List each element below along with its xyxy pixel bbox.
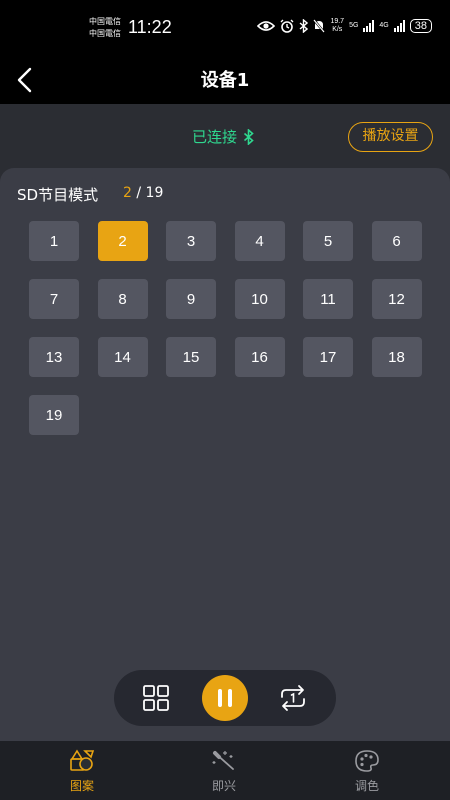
- program-button[interactable]: 4: [234, 221, 285, 261]
- status-icons: 19.7 K/s 5G 4G 38: [257, 18, 432, 34]
- current-program: 2: [123, 185, 132, 201]
- program-grid: 1 2 3 4 5 6 7 8 9 10 11 12 13 14 15 16 17 18 19: [29, 221, 422, 435]
- pause-icon: [218, 689, 232, 707]
- palette-icon: [355, 750, 379, 772]
- header: 设备1: [0, 56, 450, 104]
- program-panel: SD节目模式 2 / 19 1 2 3 4 5 6 7 8 9 10 11 12 13 14 15 16 17 1…: [0, 168, 450, 741]
- connection-status: 已连接: [192, 126, 254, 147]
- play-settings-button[interactable]: 播放设置: [348, 122, 433, 152]
- status-bar: 中国電信 中国電信 11:22 19.7 K/s 5G 4G 38: [0, 0, 450, 56]
- program-button[interactable]: 15: [166, 337, 216, 377]
- program-button[interactable]: 9: [166, 279, 216, 319]
- connection-row: 已连接 播放设置: [0, 104, 450, 168]
- bluetooth-icon: [243, 128, 254, 145]
- program-button[interactable]: 13: [29, 337, 79, 377]
- mute-icon: [313, 19, 326, 33]
- nav-label-color: 调色: [354, 779, 379, 793]
- program-button[interactable]: 7: [29, 279, 79, 319]
- program-button[interactable]: 19: [29, 395, 79, 435]
- program-button[interactable]: 5: [303, 221, 353, 261]
- signal-icon: [363, 20, 375, 32]
- program-button[interactable]: 2: [97, 221, 148, 261]
- eye-icon: [257, 21, 276, 31]
- mode-title: SD节目模式: [17, 186, 99, 204]
- bottom-nav: 图案 即兴 调色: [0, 741, 450, 800]
- counter-separator: /: [136, 185, 142, 201]
- program-button[interactable]: 6: [371, 221, 422, 261]
- connection-status-label: 已连接: [192, 128, 238, 146]
- program-button[interactable]: 11: [303, 279, 353, 319]
- total-programs: 19: [145, 185, 164, 201]
- net-5g-label: 5G: [349, 22, 359, 29]
- page-title: 设备1: [200, 70, 250, 91]
- program-button[interactable]: 1: [29, 221, 79, 261]
- magic-wand-icon: [212, 751, 234, 770]
- program-button[interactable]: 8: [97, 279, 148, 319]
- status-time: 11:22: [128, 17, 172, 37]
- nav-label-improv: 即兴: [211, 779, 236, 793]
- program-button[interactable]: 17: [303, 337, 353, 377]
- net-4g-label: 4G: [379, 22, 389, 29]
- pause-button[interactable]: [202, 675, 248, 721]
- program-button[interactable]: 12: [371, 279, 422, 319]
- nav-item-pattern[interactable]: 图案: [42, 749, 122, 797]
- program-button[interactable]: 16: [234, 337, 285, 377]
- carrier-1: 中国電信: [89, 17, 121, 26]
- playback-control-bar: [114, 670, 336, 726]
- program-button[interactable]: 10: [234, 279, 285, 319]
- program-button[interactable]: 3: [166, 221, 216, 261]
- bluetooth-status-icon: [299, 19, 309, 33]
- program-counter: 2 / 19: [123, 185, 163, 201]
- program-button[interactable]: 18: [371, 337, 422, 377]
- nav-item-color[interactable]: 调色: [327, 749, 407, 797]
- nav-label-pattern: 图案: [69, 779, 94, 793]
- repeat-one-icon[interactable]: [278, 684, 308, 712]
- alarm-icon: [280, 19, 294, 33]
- carrier-labels: 中国電信 中国電信: [89, 16, 121, 40]
- grid-view-icon[interactable]: [142, 684, 170, 712]
- network-speed: 19.7 K/s: [330, 18, 345, 33]
- shapes-icon: [70, 749, 95, 771]
- battery-indicator: 38: [409, 19, 432, 33]
- signal-icon-2: [393, 20, 405, 32]
- nav-item-improv[interactable]: 即兴: [184, 749, 264, 797]
- program-button[interactable]: 14: [97, 337, 148, 377]
- carrier-2: 中国電信: [89, 29, 121, 38]
